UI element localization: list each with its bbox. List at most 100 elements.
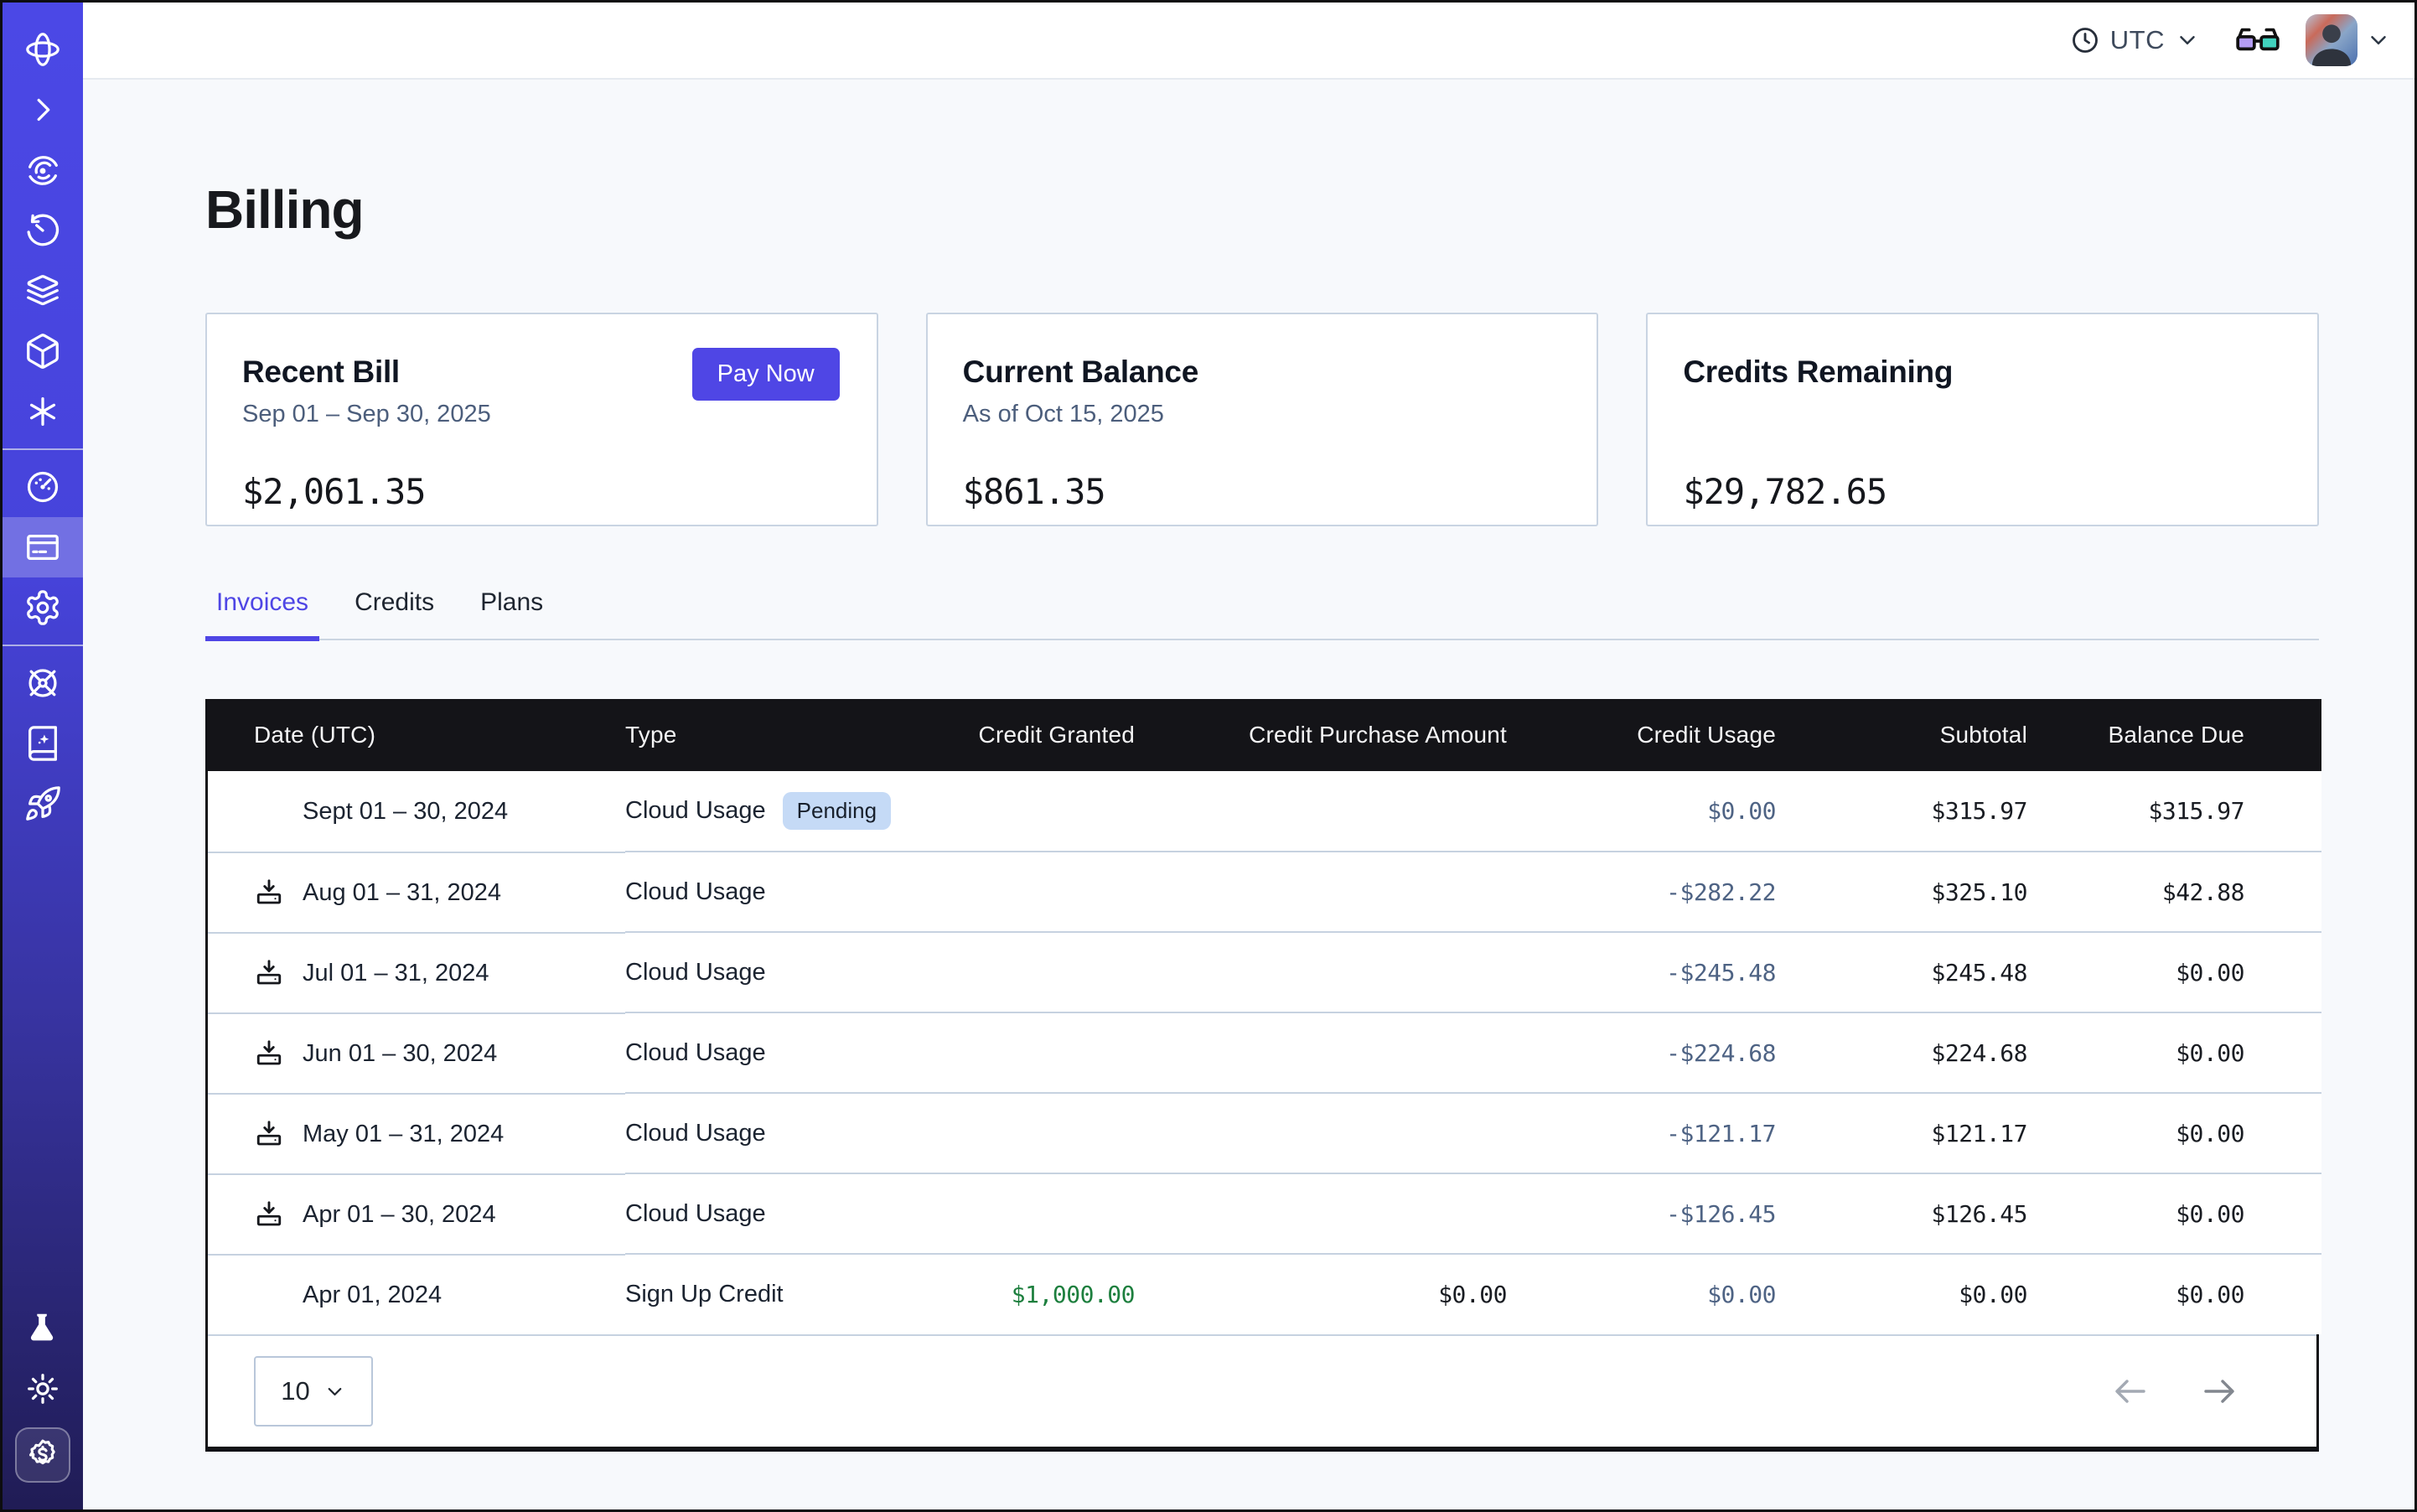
credit-granted-cell: $1,000.00 [944,1254,1160,1334]
table-row: Aug 01 – 31, 2024 Cloud Usage -$282.22 $… [208,852,2321,932]
invoice-type: Cloud Usage [625,1200,766,1228]
invoice-date: Sept 01 – 30, 2024 [303,798,508,826]
account-menu-chevron-icon[interactable] [2366,28,2391,53]
invoice-type: Sign Up Credit [625,1281,784,1308]
balance-due-cell: $315.97 [2052,771,2321,852]
credits-remaining-card: Credits Remaining $29,782.65 [1646,313,2319,526]
tab-plans[interactable]: Plans [469,588,554,639]
avatar-photo [2306,14,2357,66]
credits-remaining-amount: $29,782.65 [1683,471,2280,512]
sidebar-item-layers[interactable] [3,261,83,321]
col-credit-usage: Credit Usage [1532,699,1801,771]
previous-page-arrow-icon[interactable] [2110,1371,2150,1411]
avatar[interactable] [2306,14,2357,66]
sidebar-item-usage[interactable] [3,457,83,517]
balance-due-cell: $42.88 [2052,852,2321,932]
credit-purchase-cell [1160,852,1532,932]
balance-due-cell: $0.00 [2052,1012,2321,1093]
sidebar-spacer [3,834,83,1298]
timezone-label: UTC [2110,25,2165,55]
invoice-type: Cloud Usage [625,878,766,906]
credit-usage-cell: -$224.68 [1532,1012,1801,1093]
timezone-selector[interactable]: UTC [2070,25,2200,55]
invoice-type: Cloud Usage [625,1039,766,1067]
sidebar-item-expand[interactable] [3,80,83,140]
sidebar-item-trace[interactable] [3,140,83,200]
book-sparkle-icon [23,724,62,763]
credit-usage-cell: -$126.45 [1532,1173,1801,1254]
col-credit-granted: Credit Granted [944,699,1160,771]
clock-icon [2070,25,2100,55]
sidebar-item-packages[interactable] [3,321,83,381]
col-subtotal: Subtotal [1801,699,2052,771]
sidebar-item-settings[interactable] [3,577,83,638]
invoice-rows: Sept 01 – 30, 2024 Cloud Usage Pending $… [208,771,2321,1334]
credit-purchase-cell [1160,1093,1532,1173]
sidebar-divider [3,645,83,646]
sidebar-item-history[interactable] [3,200,83,261]
pay-now-button[interactable]: Pay Now [692,348,840,401]
credits-badge-button[interactable] [15,1427,70,1483]
invoices-table: Date (UTC) Type Credit Granted Credit Pu… [205,699,2319,1452]
invoice-date: Jul 01 – 31, 2024 [303,960,489,987]
download-icon[interactable] [254,1038,284,1069]
app-logo[interactable] [3,19,83,80]
sidebar-item-docs[interactable] [3,713,83,774]
app-window: UTC Bill [0,0,2417,1512]
balance-due-cell: $0.00 [2052,1173,2321,1254]
table-row: Sept 01 – 30, 2024 Cloud Usage Pending $… [208,771,2321,852]
next-page-arrow-icon[interactable] [2199,1371,2239,1411]
download-icon[interactable] [254,878,284,908]
sidebar-item-getting-started[interactable] [3,774,83,834]
credit-granted-cell [944,771,1160,852]
balance-due-cell: $0.00 [2052,1254,2321,1334]
card-subtitle: As of Oct 15, 2025 [963,401,1560,431]
invoice-date: Aug 01 – 31, 2024 [303,879,501,907]
col-credit-purchase: Credit Purchase Amount [1160,699,1532,771]
download-icon[interactable] [254,958,284,988]
invoice-date: Jun 01 – 30, 2024 [303,1040,497,1068]
status-badge: Pending [783,792,891,830]
balance-due-cell: $0.00 [2052,1093,2321,1173]
history-timer-icon [23,211,62,250]
download-icon[interactable] [254,1119,284,1149]
recent-bill-card: Recent Bill Sep 01 – Sep 30, 2025 $2,061… [205,313,878,526]
sidebar-item-billing[interactable] [3,517,83,577]
layers-icon [23,272,62,310]
page-size-select[interactable]: 10 [254,1356,373,1427]
reader-mode-button[interactable] [2233,22,2282,59]
current-balance-amount: $861.35 [963,471,1560,512]
table-row: Apr 01, 2024 Sign Up Credit $1,000.00 $0… [208,1254,2321,1334]
sidebar-item-theme[interactable] [3,1359,83,1419]
credit-usage-cell: $0.00 [1532,1254,1801,1334]
tab-invoices[interactable]: Invoices [205,588,319,639]
invoice-type: Cloud Usage [625,959,766,986]
sidebar-item-labs[interactable] [3,1298,83,1359]
chevron-down-icon [2175,28,2200,53]
gear-icon [23,588,62,627]
card-title: Current Balance [963,355,1560,390]
credit-purchase-cell: $0.00 [1160,1254,1532,1334]
recent-bill-amount: $2,061.35 [242,471,840,512]
credit-purchase-cell [1160,932,1532,1012]
sidebar-item-support[interactable] [3,653,83,713]
col-date: Date (UTC) [208,699,625,771]
subtotal-cell: $224.68 [1801,1012,2052,1093]
table-row: Jul 01 – 31, 2024 Cloud Usage -$245.48 $… [208,932,2321,1012]
asterisk-icon [23,392,62,431]
subtotal-cell: $126.45 [1801,1173,2052,1254]
card-subtitle [1683,401,2280,431]
col-type: Type [625,699,944,771]
credit-granted-cell [944,1093,1160,1173]
invoice-type: Cloud Usage [625,797,766,825]
subtotal-cell: $325.10 [1801,852,2052,932]
credit-granted-cell [944,1012,1160,1093]
table-footer: 10 [208,1334,2316,1447]
tab-credits[interactable]: Credits [344,588,445,639]
download-icon[interactable] [254,1199,284,1230]
sun-icon [23,1370,62,1408]
billing-tabs: Invoices Credits Plans [205,588,2319,640]
sidebar-item-functions[interactable] [3,381,83,442]
box-icon [23,332,62,370]
page-title: Billing [205,179,2319,241]
